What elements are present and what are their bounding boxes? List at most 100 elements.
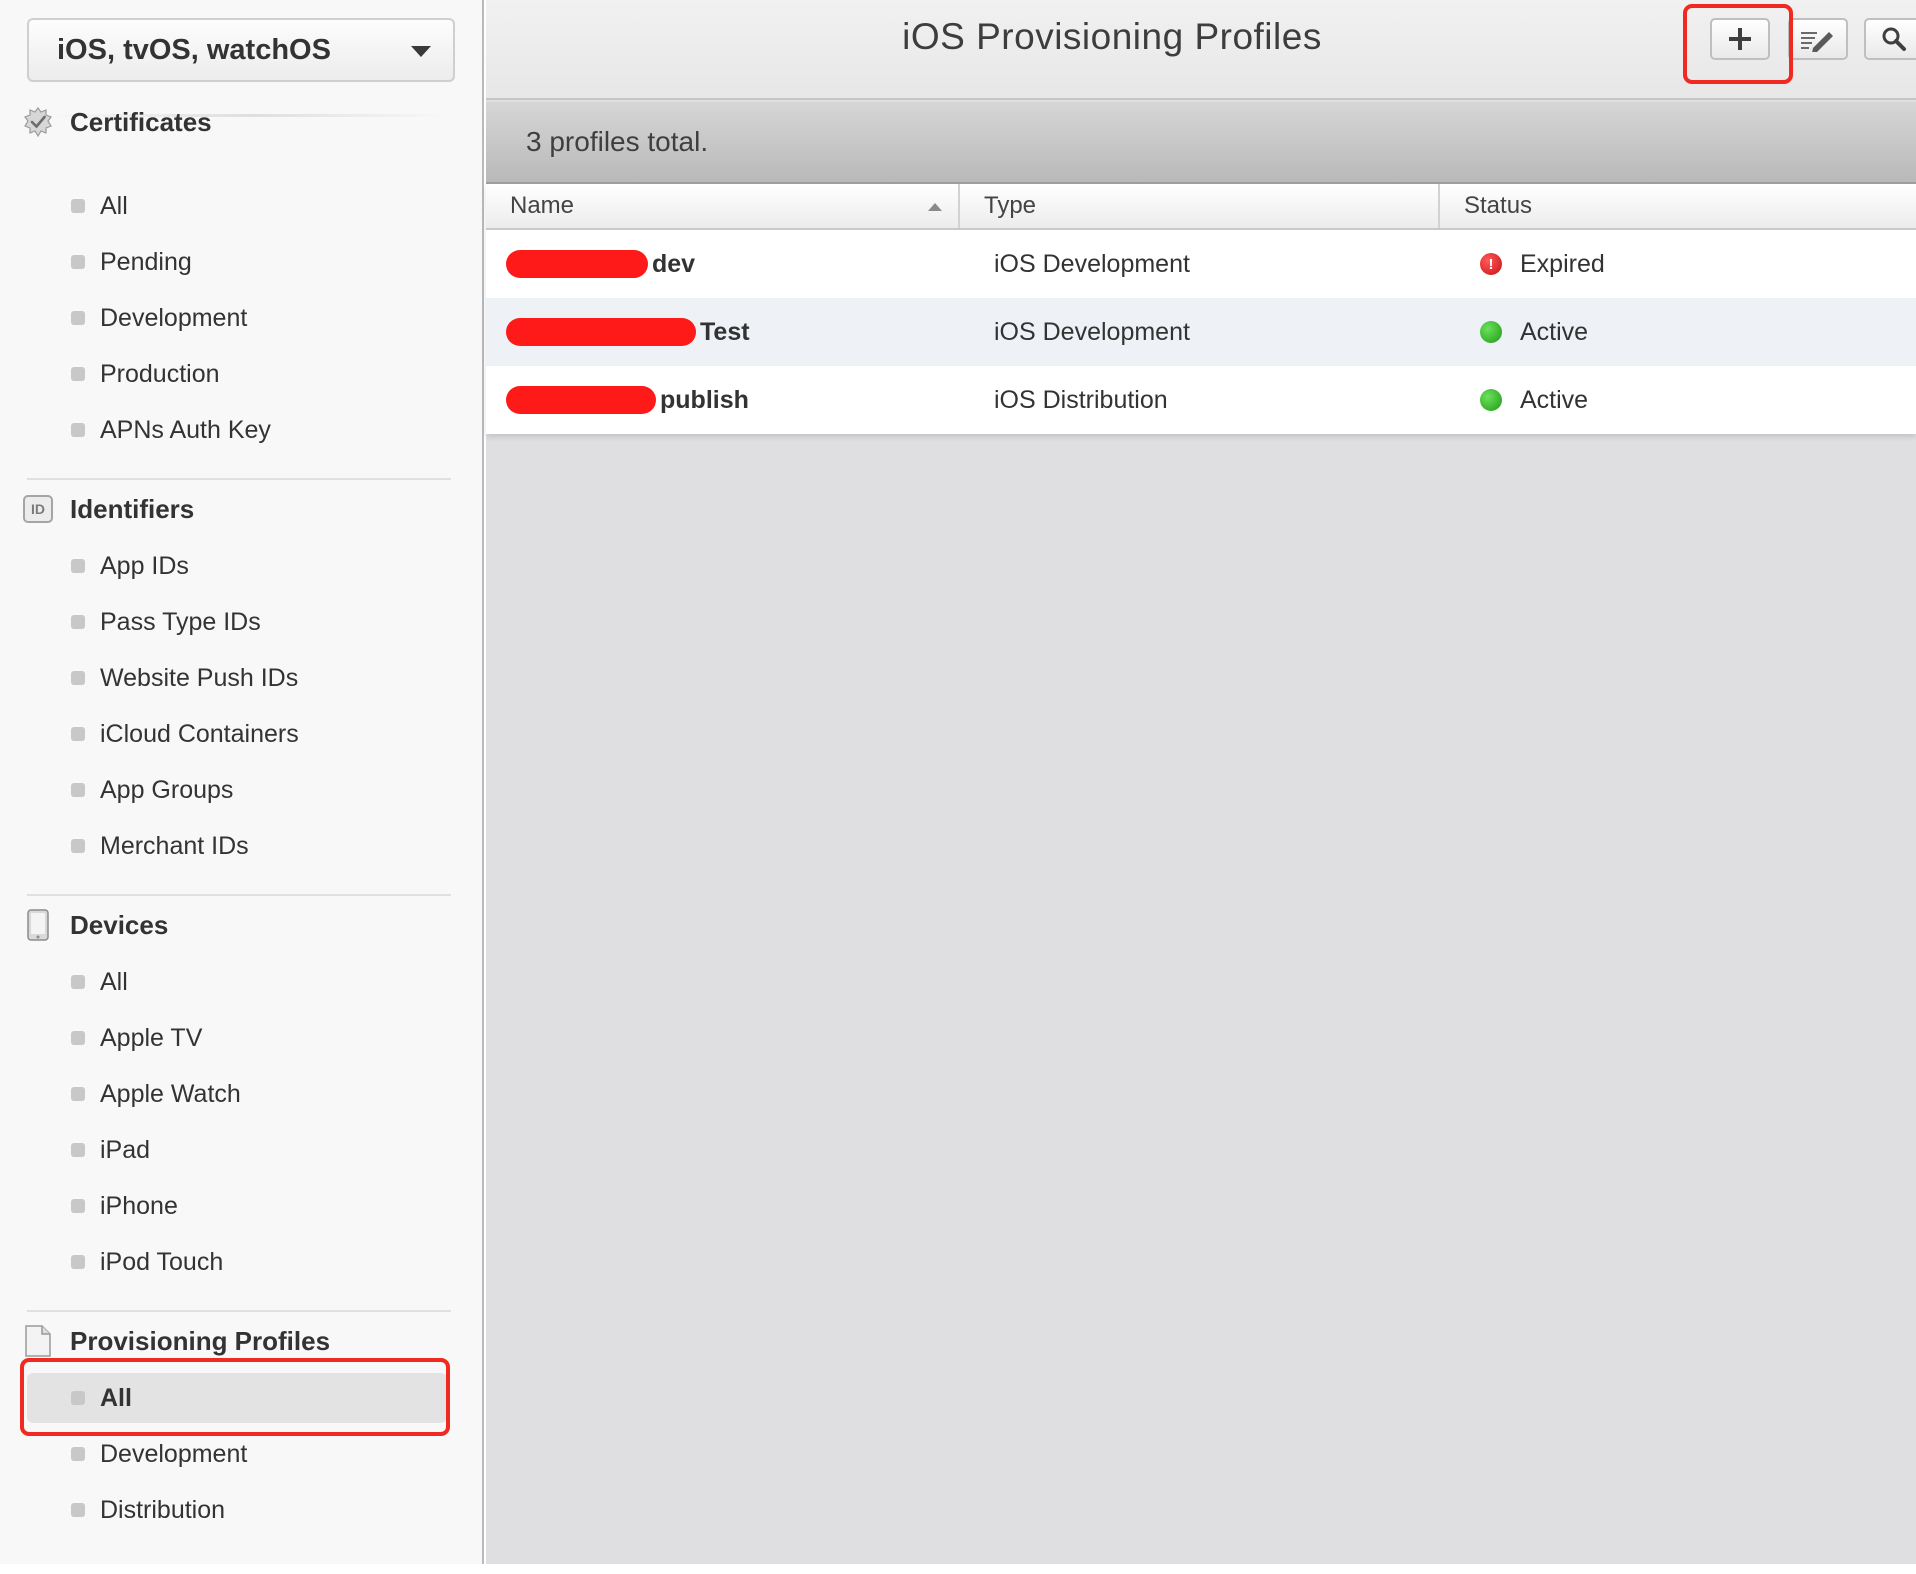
profile-type: iOS Development — [994, 317, 1190, 346]
sidebar-item-certificates-production[interactable]: Production — [27, 349, 447, 399]
edit-button[interactable] — [1788, 18, 1848, 60]
sidebar-item-label: iCloud Containers — [100, 719, 299, 748]
search-button[interactable] — [1864, 18, 1916, 60]
sidebar-item-app-groups[interactable]: App Groups — [27, 765, 447, 815]
sidebar-item-label: Apple TV — [100, 1023, 203, 1052]
sidebar-item-certificates-pending[interactable]: Pending — [27, 237, 447, 287]
sidebar-item-profiles-all[interactable]: All — [27, 1373, 447, 1423]
sidebar-item-label: Pending — [100, 247, 192, 276]
profile-status: Active — [1520, 317, 1589, 346]
sidebar-item-label: App IDs — [100, 551, 189, 580]
profile-status-cell: ! Expired — [1448, 250, 1916, 279]
add-button[interactable] — [1710, 18, 1770, 60]
column-header-label: Status — [1464, 192, 1533, 219]
table-row[interactable]: Test iOS Development Active — [486, 298, 1916, 366]
section-title: Certificates — [70, 106, 212, 137]
sidebar-item-profiles-development[interactable]: Development — [27, 1429, 447, 1479]
sidebar-item-ipod-touch[interactable]: iPod Touch — [27, 1237, 447, 1287]
sidebar-item-label: APNs Auth Key — [100, 415, 271, 444]
sidebar-item-pass-type-ids[interactable]: Pass Type IDs — [27, 597, 447, 647]
bullet-icon — [71, 671, 85, 685]
sidebar-item-certificates-apns[interactable]: APNs Auth Key — [27, 405, 447, 455]
sidebar-item-devices-all[interactable]: All — [27, 957, 447, 1007]
profile-name-cell: dev — [486, 250, 968, 279]
sidebar-item-label: Distribution — [100, 1495, 226, 1524]
profile-status: Expired — [1520, 249, 1605, 278]
expired-status-icon: ! — [1480, 253, 1502, 275]
sidebar-item-apple-watch[interactable]: Apple Watch — [27, 1069, 447, 1119]
section-provisioning-profiles[interactable]: Provisioning Profiles — [22, 1319, 330, 1363]
bullet-icon — [71, 727, 85, 741]
plus-icon — [1729, 28, 1751, 50]
bullet-icon — [71, 559, 85, 573]
profile-name: Test — [700, 317, 750, 346]
profile-type: iOS Development — [994, 249, 1190, 278]
profile-status-cell: Active — [1448, 318, 1916, 347]
profile-name: publish — [660, 385, 749, 414]
bullet-icon — [71, 1031, 85, 1045]
sidebar-item-label: iPhone — [100, 1191, 178, 1220]
main-panel: iOS Provisioning Profiles 3 profiles tot… — [486, 0, 1916, 1564]
sidebar-item-label: App Groups — [100, 775, 234, 804]
bullet-icon — [71, 423, 85, 437]
bullet-icon — [71, 975, 85, 989]
section-identifiers[interactable]: ID Identifiers — [22, 487, 194, 531]
section-title: Devices — [70, 909, 169, 940]
bullet-icon — [71, 615, 85, 629]
table-row[interactable]: publish iOS Distribution Active — [486, 366, 1916, 434]
profiles-table: Name Type Status dev iOS Development ! E… — [486, 184, 1916, 434]
section-title: Provisioning Profiles — [70, 1325, 331, 1356]
bullet-icon — [71, 311, 85, 325]
sidebar-item-ipad[interactable]: iPad — [27, 1125, 447, 1175]
sidebar-item-label: Development — [100, 1439, 248, 1468]
sidebar-item-certificates-development[interactable]: Development — [27, 293, 447, 343]
bullet-icon — [71, 255, 85, 269]
edit-icon — [1801, 32, 1833, 52]
profiles-count: 3 profiles total. — [486, 102, 1916, 184]
sidebar-item-app-ids[interactable]: App IDs — [27, 541, 447, 591]
sidebar-item-iphone[interactable]: iPhone — [27, 1181, 447, 1231]
section-divider — [27, 894, 451, 896]
column-header-name[interactable]: Name — [486, 184, 958, 228]
bullet-icon — [71, 1143, 85, 1157]
sort-ascending-icon — [928, 203, 942, 211]
sidebar-item-profiles-distribution[interactable]: Distribution — [27, 1485, 447, 1535]
sidebar-item-label: All — [100, 191, 128, 220]
table-header: Name Type Status — [486, 184, 1916, 230]
column-header-type[interactable]: Type — [958, 184, 1438, 228]
sidebar-item-apple-tv[interactable]: Apple TV — [27, 1013, 447, 1063]
sidebar-item-label: Apple Watch — [100, 1079, 241, 1108]
document-icon — [22, 1323, 54, 1359]
bullet-icon — [71, 839, 85, 853]
section-title: Identifiers — [70, 493, 195, 524]
toolbar: iOS Provisioning Profiles — [486, 0, 1916, 100]
sidebar: iOS, tvOS, watchOS Certificates All Pend… — [0, 0, 484, 1564]
section-divider — [27, 478, 451, 480]
sidebar-item-certificates-all[interactable]: All — [27, 181, 447, 231]
section-divider — [27, 1310, 451, 1312]
section-certificates[interactable]: Certificates — [22, 100, 212, 144]
redaction-mark — [506, 250, 648, 278]
redaction-mark — [506, 318, 696, 346]
bullet-icon — [71, 199, 85, 213]
profile-name-cell: publish — [486, 386, 968, 415]
bullet-icon — [71, 1503, 85, 1517]
column-header-status[interactable]: Status — [1438, 184, 1916, 228]
sidebar-item-merchant-ids[interactable]: Merchant IDs — [27, 821, 447, 871]
platform-select-label: iOS, tvOS, watchOS — [57, 33, 331, 66]
redaction-mark — [506, 386, 656, 414]
count-text: 3 profiles total. — [526, 126, 709, 157]
sidebar-item-icloud-containers[interactable]: iCloud Containers — [27, 709, 447, 759]
column-header-label: Name — [510, 192, 575, 219]
bullet-icon — [71, 783, 85, 797]
section-devices[interactable]: Devices — [22, 903, 168, 947]
bullet-icon — [71, 1087, 85, 1101]
sidebar-item-label: All — [100, 1383, 132, 1412]
platform-select[interactable]: iOS, tvOS, watchOS — [27, 18, 455, 82]
bullet-icon — [71, 367, 85, 381]
sidebar-item-website-push-ids[interactable]: Website Push IDs — [27, 653, 447, 703]
active-status-icon — [1480, 389, 1502, 411]
table-row[interactable]: dev iOS Development ! Expired — [486, 230, 1916, 298]
sidebar-item-label: Merchant IDs — [100, 831, 249, 860]
sidebar-item-label: iPod Touch — [100, 1247, 224, 1276]
